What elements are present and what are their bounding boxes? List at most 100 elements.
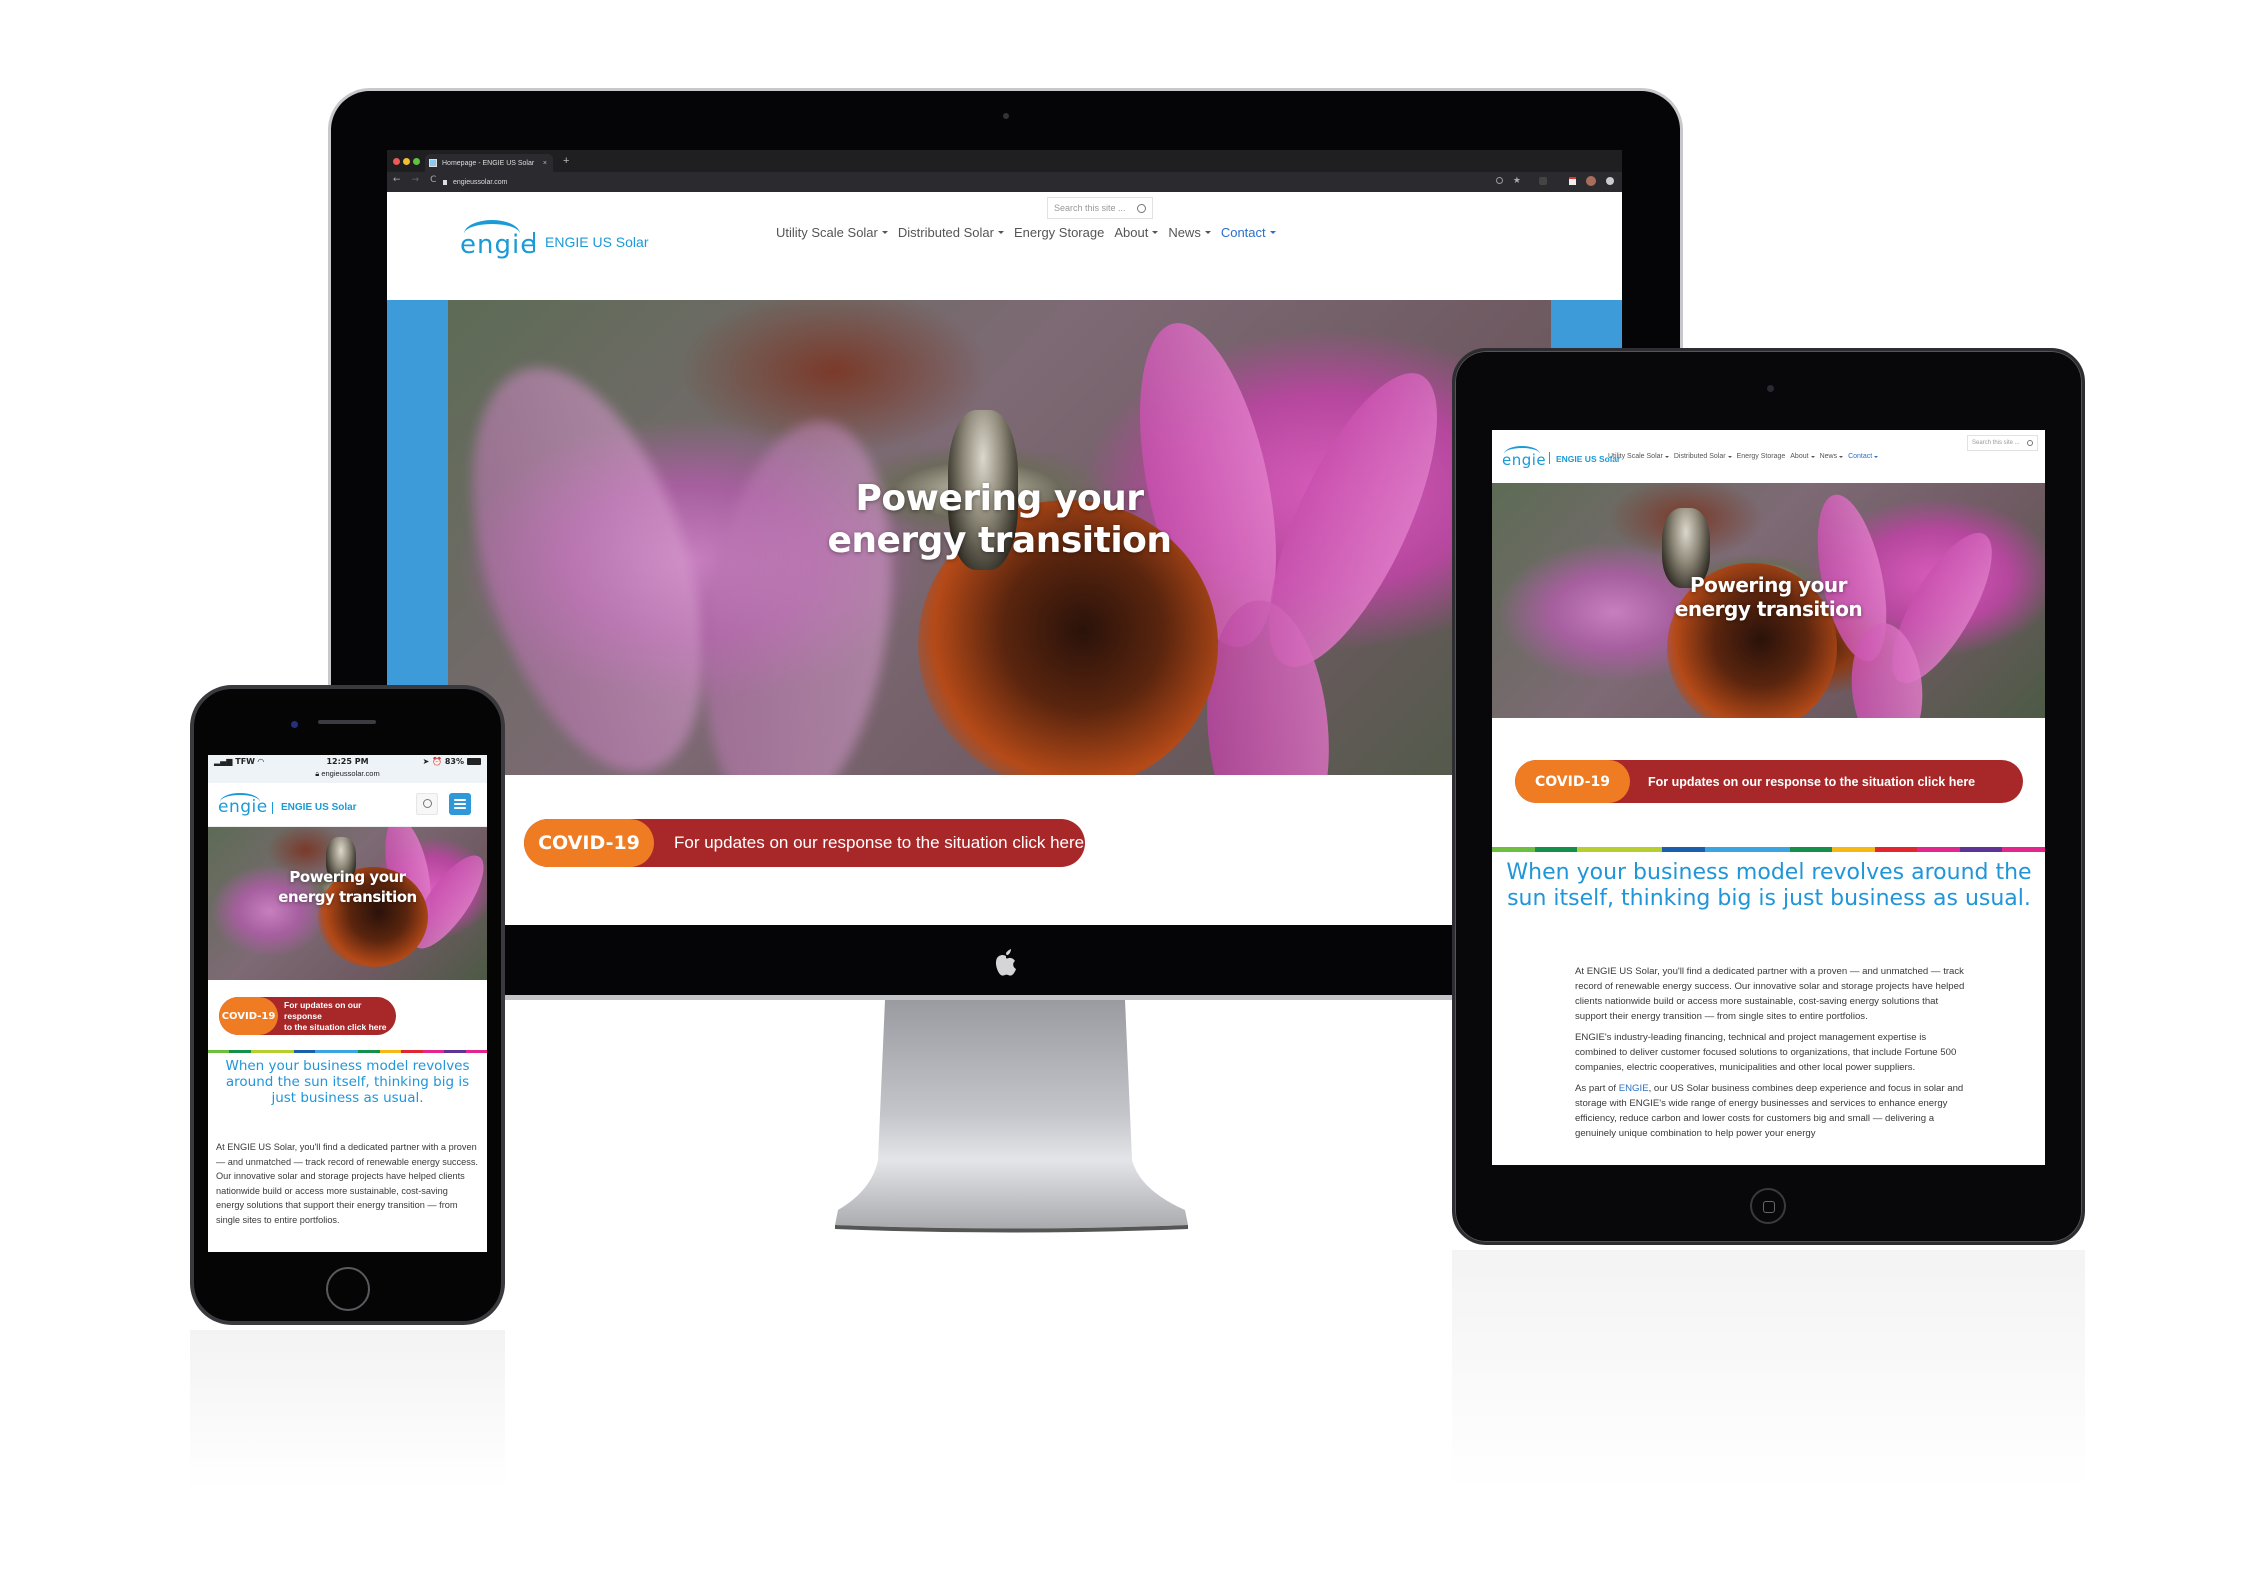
stripe-segment [379,1050,402,1053]
site-header: ENGIE ENGIE US Solar Search this site ..… [387,192,1622,300]
chrome-menu-icon[interactable] [1606,176,1614,185]
engie-logo[interactable]: ENGIE [218,793,268,817]
apple-logo-icon [995,949,1016,976]
paragraph: As part of ENGIE, our US Solar business … [1575,1083,1964,1139]
site-name-link[interactable]: ENGIE US Solar [545,234,648,250]
search-icon[interactable] [2027,440,2033,446]
zoom-icon[interactable] [1495,177,1503,184]
caret-down-icon [1664,455,1669,458]
search-icon[interactable] [1137,203,1146,213]
hero-title: Powering your energy transition [1674,573,1863,621]
engie-link[interactable]: ENGIE [1619,1083,1649,1094]
stripe-segment [465,1050,487,1053]
caret-down-icon [1874,455,1879,458]
logo-arc-icon [1504,446,1540,454]
logo-divider [272,802,273,814]
nav-contact[interactable]: Contact [1848,453,1879,460]
stripe-segment [1492,847,1535,852]
stripe-segment [1704,847,1748,852]
mobile-url-bar[interactable]: 🔒︎ engieussolar.com [208,769,487,783]
ipad-reflection [1452,1250,2085,1550]
mobile-search-button[interactable] [416,793,438,815]
section-body: At ENGIE US Solar, you'll find a dedicat… [1575,964,1965,1147]
browser-tab[interactable]: Homepage - ENGIE US Solar × [425,154,553,172]
stripe-segment [1959,847,2003,852]
camera-icon [291,721,298,728]
nav-distributed-solar[interactable]: Distributed Solar [898,225,1004,240]
url-field[interactable]: engieussolar.com [443,174,507,190]
covid-tag: COVID-19 [219,997,279,1035]
alarm-icon: ⏰ [432,757,445,766]
covid-banner[interactable]: COVID-19 For updates on our response to … [524,819,1085,867]
nav-contact[interactable]: Contact [1221,225,1276,240]
nav-energy-storage[interactable]: Energy Storage [1014,225,1104,240]
stripe-segment [401,1050,423,1053]
nav-news[interactable]: News [1168,225,1211,240]
profile-avatar-icon[interactable] [1586,175,1596,186]
new-tab-icon[interactable]: + [563,155,569,167]
nav-utility-scale-solar[interactable]: Utility Scale Solar [1608,453,1669,460]
window-maximize-dot[interactable] [413,158,420,165]
engie-logo[interactable]: ENGIE [1502,446,1546,469]
paragraph: At ENGIE US Solar, you'll find a dedicat… [1575,966,1965,1022]
logo-wordmark: ENGIE [460,230,538,260]
nav-about[interactable]: About [1790,453,1815,460]
covid-banner[interactable]: COVID-19 For updates on our response to … [219,997,396,1035]
battery-icon [467,758,481,765]
section-body: At ENGIE US Solar, you'll find a dedicat… [216,1140,478,1234]
logo-divider [533,232,535,252]
covid-tag: COVID-19 [524,819,654,867]
nav-utility-scale-solar[interactable]: Utility Scale Solar [776,225,888,240]
site-name-link[interactable]: ENGIE US Solar [281,802,357,813]
search-input[interactable]: Search this site ... [1967,435,2038,451]
nav-distributed-solar[interactable]: Distributed Solar [1674,453,1732,460]
hero-title: Powering your energy transition [278,868,417,906]
stripe-segment [1917,847,1960,852]
hero-title: Powering your energy transition [827,478,1172,561]
section-headline: When your business model revolves around… [225,1058,470,1106]
logo-divider [1549,452,1550,464]
mobile-site-header: ENGIE ENGIE US Solar [208,783,487,827]
hamburger-menu-button[interactable] [449,793,471,815]
covid-message: For updates on our response to the situa… [1648,774,1976,789]
engie-logo[interactable]: ENGIE [460,220,538,260]
caret-down-icon [1839,455,1844,458]
covid-banner[interactable]: COVID-19 For updates on our response to … [1515,760,2023,803]
bookmark-star-icon[interactable]: ★ [1513,175,1521,186]
caret-down-icon [1204,231,1211,234]
search-input[interactable]: Search this site ... [1047,197,1153,219]
window-close-dot[interactable] [393,158,400,165]
window-minimize-dot[interactable] [403,158,410,165]
url-text: engieussolar.com [321,769,380,778]
stripe-segment [293,1050,316,1053]
stripe-segment [1832,847,1875,852]
caret-down-icon [1269,231,1276,234]
hero-banner: Powering your energy transition [208,827,487,980]
nav-news[interactable]: News [1820,453,1844,460]
caret-down-icon [881,231,888,234]
section-headline: When your business model revolves around… [1506,860,2032,911]
reload-icon[interactable]: C [430,175,436,185]
search-icon [423,799,432,808]
covid-tag: COVID-19 [1515,760,1630,803]
phone-home-button[interactable] [326,1267,370,1311]
back-icon[interactable]: ← [393,175,401,185]
tab-title: Homepage - ENGIE US Solar [442,159,535,167]
color-stripe [1492,847,2045,852]
stripe-segment [1874,847,1918,852]
caret-down-icon [1810,455,1815,458]
camera-icon [1003,113,1009,119]
ipad-home-button[interactable] [1750,1188,1786,1224]
logo-arc-icon [464,220,520,234]
hero-banner: Powering your energy transition [1492,483,2045,718]
nav-energy-storage[interactable]: Energy Storage [1737,453,1786,460]
nav-about[interactable]: About [1114,225,1159,240]
url-text: engieussolar.com [453,178,508,186]
calendar-extension-icon[interactable] [1569,176,1576,185]
extension-icon[interactable] [1539,176,1547,185]
hero-banner: Powering your energy transition [448,300,1551,775]
tab-close-icon[interactable]: × [543,160,547,167]
stripe-segment [1662,847,1705,852]
tablet-browser-window: ENGIE ENGIE US Solar Search this site ..… [1492,430,2045,1165]
forward-icon[interactable]: → [412,175,420,185]
